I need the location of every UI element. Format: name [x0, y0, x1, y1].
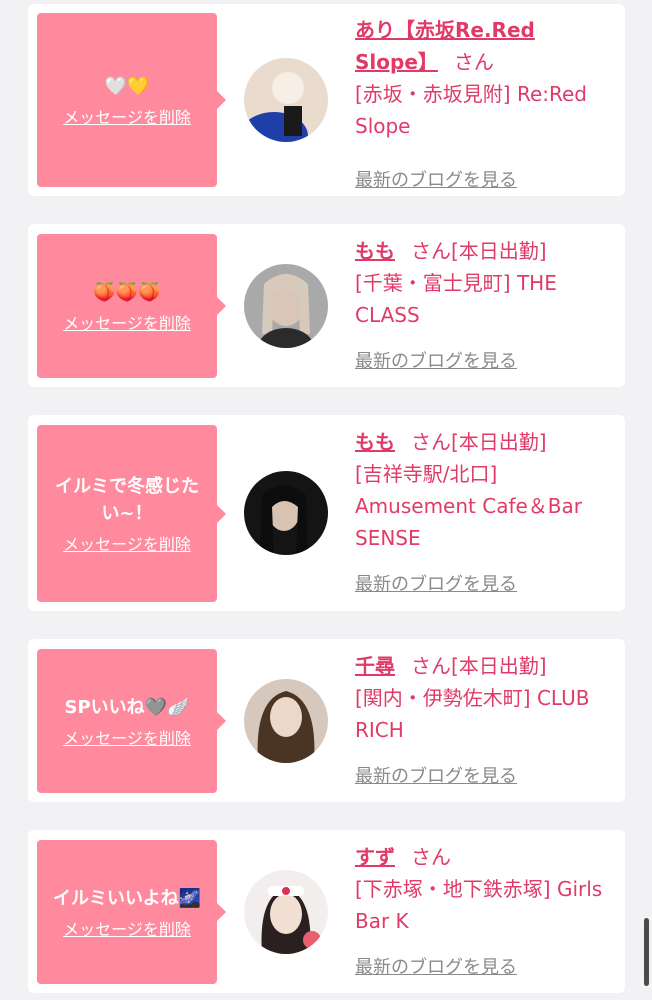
message-bubble: 🤍💛 メッセージを削除 — [37, 13, 226, 187]
avatar-image — [244, 264, 328, 348]
blog-link[interactable]: 最新のブログを見る — [355, 572, 517, 598]
honorific: さん — [453, 50, 494, 74]
scrollbar[interactable] — [644, 918, 649, 986]
delete-message-link[interactable]: メッセージを削除 — [63, 916, 191, 940]
message-text: イルミいいよね🌌 — [52, 887, 202, 909]
shop-info: [千葉・富士見町] THE CLASS — [355, 271, 557, 327]
message-card: 🤍💛 メッセージを削除 あり【赤坂Re.Red Slope】 さん [赤坂・赤坂見… — [28, 4, 625, 196]
blog-link[interactable]: 最新のブログを見る — [355, 168, 517, 194]
message-bubble: SPいいね🩶🪽 メッセージを削除 — [37, 649, 226, 793]
delete-message-link[interactable]: メッセージを削除 — [63, 104, 191, 128]
cast-name-link[interactable]: すず — [355, 845, 395, 869]
avatar-image — [244, 58, 328, 142]
avatar[interactable] — [244, 870, 328, 954]
name-line: あり【赤坂Re.Red Slope】 さん — [355, 14, 575, 78]
honorific: さん — [411, 845, 451, 869]
message-card: 🍑🍑🍑 メッセージを削除 もも さん[本日出勤] [千葉・富士見町] THE CL… — [28, 224, 625, 387]
message-text: 🍑🍑🍑 — [93, 281, 161, 303]
status-badge: [本日出勤] — [451, 239, 547, 263]
message-text: 🤍💛 — [104, 75, 150, 97]
message-card: イルミで冬感じた い~！ メッセージを削除 もも さん[本日出勤] [吉祥寺駅/北… — [28, 415, 625, 611]
card-info: 千尋 さん[本日出勤] [関内・伊勢佐木町] CLUB RICH 最新のブログを見… — [355, 650, 617, 787]
shop-info: [下赤塚・地下鉄赤塚] Girls Bar K — [355, 877, 603, 933]
blog-link[interactable]: 最新のブログを見る — [355, 955, 517, 981]
name-line: 千尋 さん[本日出勤] — [355, 650, 617, 682]
cast-name-link[interactable]: もも — [355, 239, 395, 263]
avatar-image — [244, 471, 328, 555]
honorific: さん — [411, 654, 451, 678]
honorific: さん — [411, 430, 451, 454]
honorific: さん — [411, 239, 451, 263]
blog-link[interactable]: 最新のブログを見る — [355, 349, 517, 375]
delete-message-link[interactable]: メッセージを削除 — [63, 725, 191, 749]
shop-info: [赤坂・赤坂見附] Re:Red Slope — [355, 82, 588, 138]
delete-message-link[interactable]: メッセージを削除 — [63, 531, 191, 555]
name-line: すず さん — [355, 841, 617, 873]
message-bubble: イルミいいよね🌌 メッセージを削除 — [37, 840, 226, 984]
card-info: すず さん [下赤塚・地下鉄赤塚] Girls Bar K 最新のブログを見る — [355, 841, 617, 978]
blog-link[interactable]: 最新のブログを見る — [355, 764, 517, 790]
card-info: もも さん[本日出勤] [吉祥寺駅/北口] Amusement Cafe＆Bar … — [355, 426, 617, 595]
status-badge: [本日出勤] — [451, 430, 547, 454]
cast-name-link[interactable]: あり【赤坂Re.Red Slope】 — [355, 18, 535, 74]
message-text: SPいいね🩶🪽 — [64, 696, 190, 718]
shop-info: [吉祥寺駅/北口] Amusement Cafe＆Bar SENSE — [355, 462, 582, 550]
delete-message-link[interactable]: メッセージを削除 — [63, 310, 191, 334]
card-info: もも さん[本日出勤] [千葉・富士見町] THE CLASS 最新のブログを見る — [355, 235, 617, 372]
message-bubble: 🍑🍑🍑 メッセージを削除 — [37, 234, 226, 378]
status-badge: [本日出勤] — [451, 654, 547, 678]
message-text: イルミで冬感じた い~！ — [55, 475, 199, 524]
message-card: イルミいいよね🌌 メッセージを削除 すず さん [下赤塚・地下鉄赤塚] Girls… — [28, 830, 625, 993]
name-line: もも さん[本日出勤] — [355, 235, 617, 267]
cast-name-link[interactable]: もも — [355, 430, 395, 454]
name-line: もも さん[本日出勤] — [355, 426, 617, 458]
avatar[interactable] — [244, 679, 328, 763]
avatar-image — [244, 679, 328, 763]
message-bubble: イルミで冬感じた い~！ メッセージを削除 — [37, 425, 226, 602]
cast-name-link[interactable]: 千尋 — [355, 654, 395, 678]
avatar-image — [244, 870, 328, 954]
avatar[interactable] — [244, 264, 328, 348]
avatar[interactable] — [244, 58, 328, 142]
card-info: あり【赤坂Re.Red Slope】 さん [赤坂・赤坂見附] Re:Red Sl… — [355, 14, 617, 191]
shop-info: [関内・伊勢佐木町] CLUB RICH — [355, 686, 590, 742]
avatar[interactable] — [244, 471, 328, 555]
message-card: SPいいね🩶🪽 メッセージを削除 千尋 さん[本日出勤] [関内・伊勢佐木町] C… — [28, 639, 625, 802]
